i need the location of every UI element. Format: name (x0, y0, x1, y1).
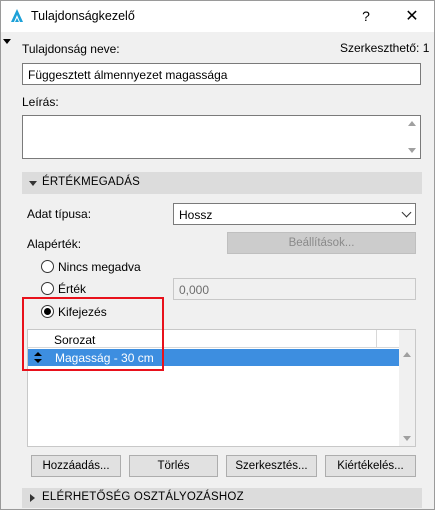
settings-button[interactable]: Beállítások... (227, 232, 416, 254)
list-scrollbar[interactable] (399, 330, 415, 446)
evaluate-button[interactable]: Kiértékelés... (325, 455, 416, 477)
archicad-icon (11, 9, 23, 22)
section-availability[interactable]: ELÉRHETŐSÉG OSZTÁLYOZÁSHOZ (22, 488, 422, 508)
property-name-input[interactable]: Függesztett álmennyezet magassága (22, 63, 421, 85)
radio-value-label[interactable]: Érték (58, 282, 86, 296)
panel-collapse-icon[interactable] (3, 39, 11, 44)
column-divider (376, 330, 377, 348)
data-type-value: Hossz (179, 208, 213, 222)
section-value-definition[interactable]: ÉRTÉKMEGADÁS (22, 172, 422, 194)
triangle-right-icon (30, 494, 35, 502)
section-availability-title: ELÉRHETŐSÉG OSZTÁLYOZÁSHOZ (42, 491, 244, 503)
title-bar[interactable]: Tulajdonságkezelő ? ✕ (1, 1, 434, 32)
triangle-down-icon (29, 181, 37, 186)
default-value-label: Alapérték: (27, 237, 82, 251)
window-title: Tulajdonságkezelő (31, 9, 135, 23)
delete-button[interactable]: Törlés (129, 455, 218, 477)
radio-none[interactable] (41, 260, 54, 273)
data-type-label: Adat típusa: (27, 207, 92, 221)
scroll-down-icon[interactable] (408, 148, 416, 153)
scroll-up-icon[interactable] (408, 121, 416, 126)
chevron-down-icon (401, 207, 412, 218)
highlight-box (22, 297, 164, 371)
property-manager-window: Tulajdonságkezelő ? ✕ Tulajdonság neve: … (0, 0, 435, 510)
value-input-text: 0,000 (179, 283, 210, 297)
scroll-up-icon[interactable] (403, 352, 411, 357)
property-name-value: Függesztett álmennyezet magassága (28, 68, 228, 82)
radio-value[interactable] (41, 282, 54, 295)
help-button[interactable]: ? (351, 1, 381, 32)
data-type-select[interactable]: Hossz (173, 203, 416, 225)
description-textarea[interactable] (22, 115, 421, 159)
radio-none-label[interactable]: Nincs megadva (58, 260, 141, 274)
description-label: Leírás: (22, 95, 59, 109)
section-value-definition-title: ÉRTÉKMEGADÁS (42, 176, 141, 188)
editable-count-label: Szerkeszthető: 1 (340, 41, 430, 55)
property-name-label: Tulajdonság neve: (22, 42, 120, 56)
scroll-down-icon[interactable] (403, 436, 411, 441)
value-input[interactable]: 0,000 (173, 278, 416, 300)
edit-button[interactable]: Szerkesztés... (226, 455, 317, 477)
add-button[interactable]: Hozzáadás... (31, 455, 121, 477)
close-button[interactable]: ✕ (397, 1, 427, 32)
